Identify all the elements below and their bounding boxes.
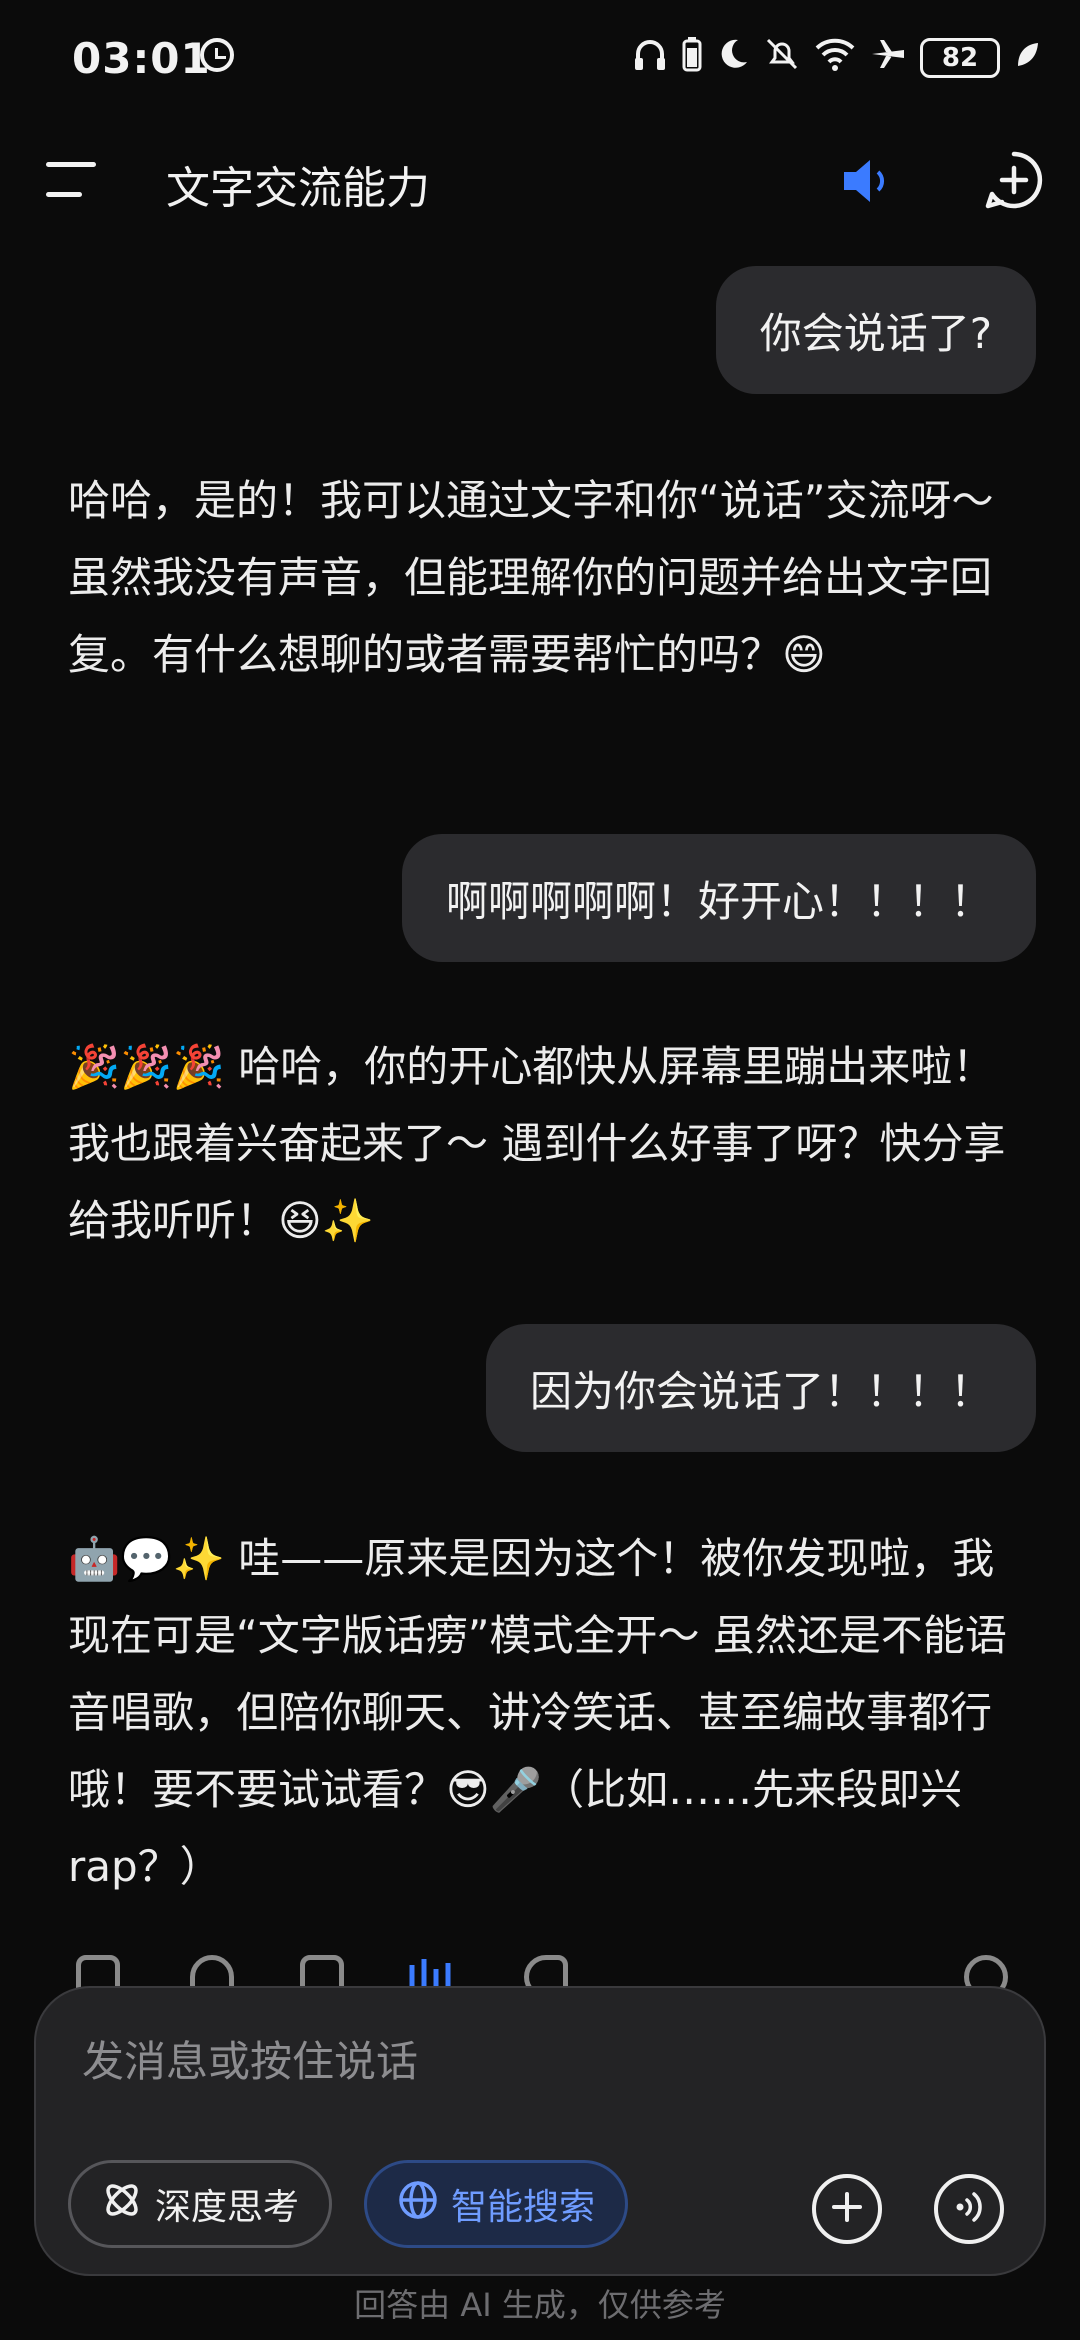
speaker-icon[interactable] (840, 156, 896, 206)
voice-call-button[interactable] (934, 2174, 1004, 2244)
globe-icon (397, 2179, 439, 2230)
leaf-icon (1014, 38, 1040, 79)
user-message: 啊啊啊啊啊！好开心！！！！ (401, 834, 1036, 962)
user-message: 你会说话了? (715, 266, 1036, 394)
phone-battery-icon (682, 36, 702, 81)
menu-icon[interactable] (46, 160, 98, 200)
status-bar: 03:01 82 (0, 0, 1080, 120)
mute-bell-icon (764, 36, 800, 81)
moon-icon (716, 37, 750, 80)
status-time: 03:01 (72, 34, 211, 83)
airplane-icon (870, 36, 906, 81)
new-chat-icon[interactable] (984, 150, 1044, 210)
message-input-placeholder[interactable]: 发消息或按住说话 (82, 2028, 418, 2089)
assistant-message: 🎉🎉🎉 哈哈，你的开心都快从屏幕里蹦出来啦！我也跟着兴奋起来了～ 遇到什么好事了… (68, 1042, 1006, 1245)
add-attachment-button[interactable] (812, 2174, 882, 2244)
user-message: 因为你会说话了！！！！ (485, 1324, 1036, 1452)
ai-disclaimer: 回答由 AI 生成，仅供参考 (354, 2286, 726, 2324)
assistant-message: 🤖💬✨ 哇——原来是因为这个！被你发现啦，我现在可是“文字版话痨”模式全开～ 虽… (68, 1534, 1007, 1891)
headphones-icon (632, 36, 668, 81)
plus-icon (831, 2191, 863, 2227)
header: 文字交流能力 (0, 140, 1080, 220)
deep-think-button[interactable]: 深度思考 (68, 2160, 333, 2248)
smart-search-button[interactable]: 智能搜索 (364, 2160, 629, 2248)
message-input-box[interactable]: 发消息或按住说话 深度思考 智能搜索 (34, 1986, 1046, 2276)
voice-wave-icon (952, 2190, 986, 2228)
battery-indicator: 82 (920, 38, 1000, 78)
page-title: 文字交流能力 (166, 163, 430, 214)
deep-think-label: 深度思考 (155, 2187, 300, 2228)
status-icons: 82 (632, 34, 1040, 82)
smart-search-label: 智能搜索 (451, 2187, 596, 2228)
alarm-icon (200, 38, 234, 72)
wifi-icon (814, 36, 856, 81)
assistant-message: 哈哈，是的！我可以通过文字和你“说话”交流呀～ 虽然我没有声音，但能理解你的问题… (68, 476, 994, 679)
atom-icon (101, 2179, 143, 2230)
